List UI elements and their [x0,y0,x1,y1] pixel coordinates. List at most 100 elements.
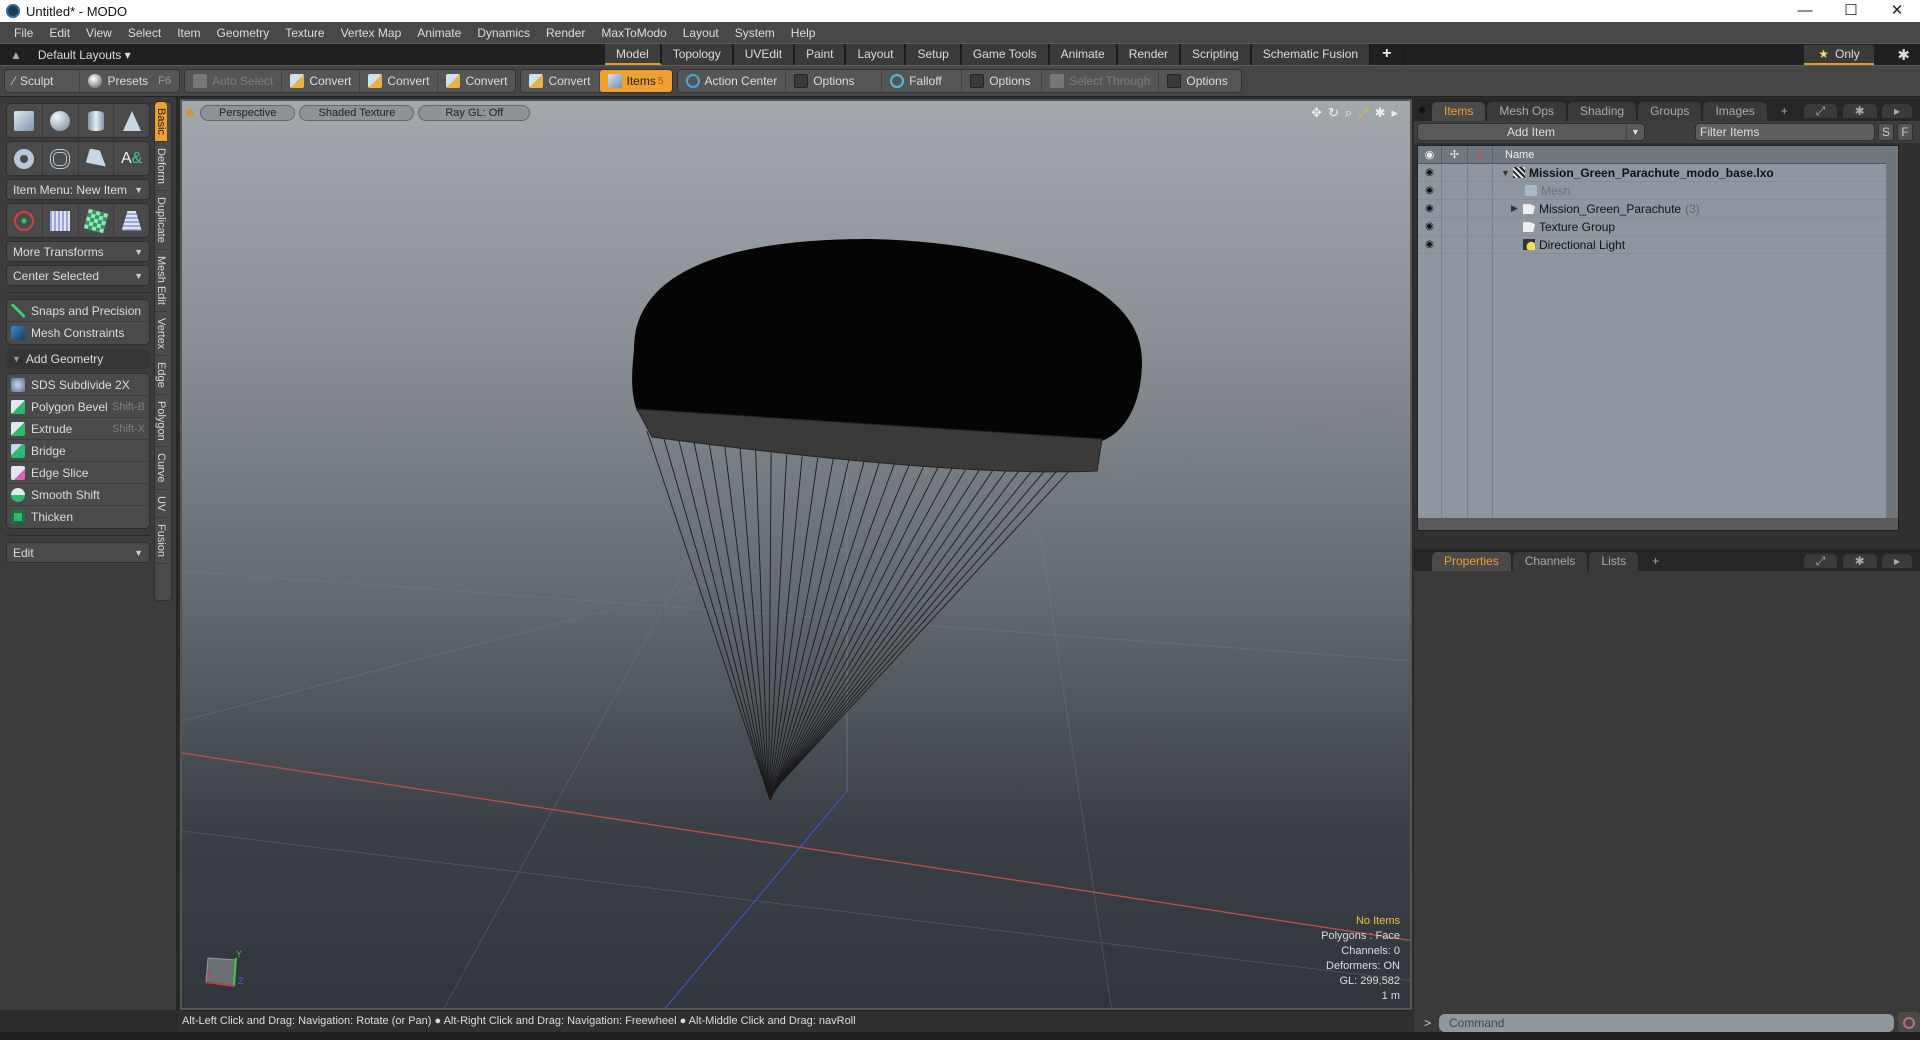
select-through-button[interactable]: Select Through [1042,70,1160,92]
tab-setup[interactable]: Setup [906,44,962,65]
horizontal-scrollbar[interactable] [1418,518,1898,530]
torus-button[interactable] [7,142,43,175]
plane-button[interactable] [114,204,149,237]
menu-geometry[interactable]: Geometry [209,26,278,40]
name-column-header[interactable]: Name [1493,146,1898,163]
items-mode-button[interactable]: Items 5 [599,70,672,92]
tab-channels[interactable]: Channels [1512,552,1588,571]
eye-icon[interactable]: ◉ [1418,163,1442,182]
pen-button[interactable] [79,142,115,175]
eye-icon[interactable]: ◉ [1418,217,1442,236]
vtab-uv[interactable]: UV [155,490,167,519]
expand-panel-icon[interactable]: ⤢ [1803,104,1838,118]
maximize-viewport-icon[interactable]: ⤢ [1358,105,1368,121]
menu-vertex-map[interactable]: Vertex Map [333,26,410,40]
vtab-curve[interactable]: Curve [155,447,167,490]
mesh-grid-button[interactable] [43,204,79,237]
vertical-scrollbar[interactable] [1886,146,1898,530]
vtab-basic[interactable]: Basic [155,102,167,142]
extrude-button[interactable]: Extrude Shift-X [7,418,149,440]
tab-schematic-fusion[interactable]: Schematic Fusion [1251,44,1372,65]
eye-icon[interactable]: ◉ [1418,235,1442,254]
edit-dropdown[interactable]: Edit ▼ [6,542,150,563]
f-filter-button[interactable]: F [1897,123,1913,141]
collapse-up-icon[interactable]: ▲ [10,48,22,62]
tree-row-mesh[interactable]: ◉ Mesh [1418,181,1898,200]
maximize-button[interactable]: ☐ [1828,0,1874,22]
add-item-dropdown[interactable]: Add Item ▼ [1417,123,1645,141]
gear-icon[interactable]: ✱ [1897,46,1910,64]
sculpt-button[interactable]: ⁄ Sculpt [5,70,81,92]
only-button[interactable]: ★ Only [1804,45,1874,65]
tab-items[interactable]: Items [1432,102,1486,121]
tab-mesh-ops[interactable]: Mesh Ops [1487,102,1567,121]
tab-scripting[interactable]: Scripting [1181,44,1252,65]
item-menu-dropdown[interactable]: Item Menu: New Item ▼ [6,179,150,200]
thicken-button[interactable]: Thicken [7,506,149,528]
expand-arrow-icon[interactable]: ▸ [1391,105,1398,121]
view-type-button[interactable]: Perspective [200,105,296,121]
cone-button[interactable] [114,104,149,137]
tree-row-light[interactable]: ◉ Directional Light [1418,235,1898,254]
auto-select-button[interactable]: Auto Select [185,70,283,92]
vtab-vertex[interactable]: Vertex [155,312,167,356]
pan-icon[interactable]: ✥ [1311,105,1322,121]
close-button[interactable]: ✕ [1874,0,1920,22]
sds-subdivide-button[interactable]: SDS Subdivide 2X [7,374,149,396]
command-input[interactable]: Command [1439,1014,1894,1032]
vtab-mesh-edit[interactable]: Mesh Edit [155,250,167,312]
text-button[interactable]: A& [114,142,149,175]
tab-topology[interactable]: Topology [661,44,734,65]
add-props-tab-button[interactable]: + [1640,552,1671,571]
rotate-icon[interactable]: ↻ [1328,105,1339,121]
tab-animate[interactable]: Animate [1049,44,1118,65]
visibility-column-header[interactable]: ◉ [1418,146,1442,163]
add-panel-tab-button[interactable]: + [1769,102,1800,121]
vtab-edge[interactable]: Edge [155,356,167,395]
menu-render[interactable]: Render [538,26,593,40]
polygon-bevel-button[interactable]: Polygon Bevel Shift-B [7,396,149,418]
tree-row-group[interactable]: ◉ ▶ Mission_Green_Parachute (3) [1418,199,1898,218]
eye-icon[interactable]: ◉ [1418,181,1442,200]
mesh-constraints-button[interactable]: Mesh Constraints [7,322,149,344]
sphere-button[interactable] [43,104,79,137]
menu-help[interactable]: Help [783,26,824,40]
tab-game-tools[interactable]: Game Tools [961,44,1050,65]
menu-layout[interactable]: Layout [675,26,727,40]
tree-row-texture-group[interactable]: ◉ Texture Group [1418,217,1898,236]
convert-button-4[interactable]: Convert [521,70,600,92]
edge-slice-button[interactable]: Edge Slice [7,462,149,484]
vtab-polygon[interactable]: Polygon [155,395,167,448]
menu-animate[interactable]: Animate [409,26,469,40]
tab-groups[interactable]: Groups [1638,102,1702,121]
menu-texture[interactable]: Texture [277,26,332,40]
tab-properties[interactable]: Properties [1432,552,1511,571]
panel-gear-icon[interactable]: ✱ [1842,104,1877,118]
filter-items-input[interactable]: Filter Items [1695,123,1875,141]
minimize-button[interactable]: — [1782,0,1828,22]
expand-panel-icon[interactable]: ⤢ [1803,554,1838,568]
eye-icon[interactable]: ◉ [1418,199,1442,218]
vtab-duplicate[interactable]: Duplicate [155,191,167,250]
record-button[interactable] [1898,1012,1920,1034]
capsule-button[interactable] [43,142,79,175]
convert-button-3[interactable]: Convert [438,70,515,92]
vtab-fusion[interactable]: Fusion [155,518,167,565]
tab-images[interactable]: Images [1703,102,1767,121]
menu-select[interactable]: Select [120,26,169,40]
smooth-shift-button[interactable]: Smooth Shift [7,484,149,506]
menu-dynamics[interactable]: Dynamics [469,26,538,40]
expand-triangle-icon[interactable]: ▶ [1511,203,1523,214]
zoom-icon[interactable]: ⌕ [1345,105,1352,121]
tree-row-scene[interactable]: ◉ ▼ Mission_Green_Parachute_modo_base.lxo [1418,163,1898,182]
menu-file[interactable]: File [6,26,41,40]
tab-model[interactable]: Model [605,44,662,65]
center-selected-dropdown[interactable]: Center Selected ▼ [6,265,150,286]
convert-button-2[interactable]: Convert [360,70,439,92]
menu-maxtomodo[interactable]: MaxToModo [593,26,674,40]
raygl-button[interactable]: Ray GL: Off [418,105,531,121]
falloff-button[interactable]: Falloff [882,70,963,92]
panel-arrow-icon[interactable]: ▸ [1881,104,1912,118]
3d-viewport[interactable]: Perspective Shaded Texture Ray GL: Off ✥… [180,99,1412,1010]
axis-column-header[interactable]: ⅄ [1468,146,1493,163]
